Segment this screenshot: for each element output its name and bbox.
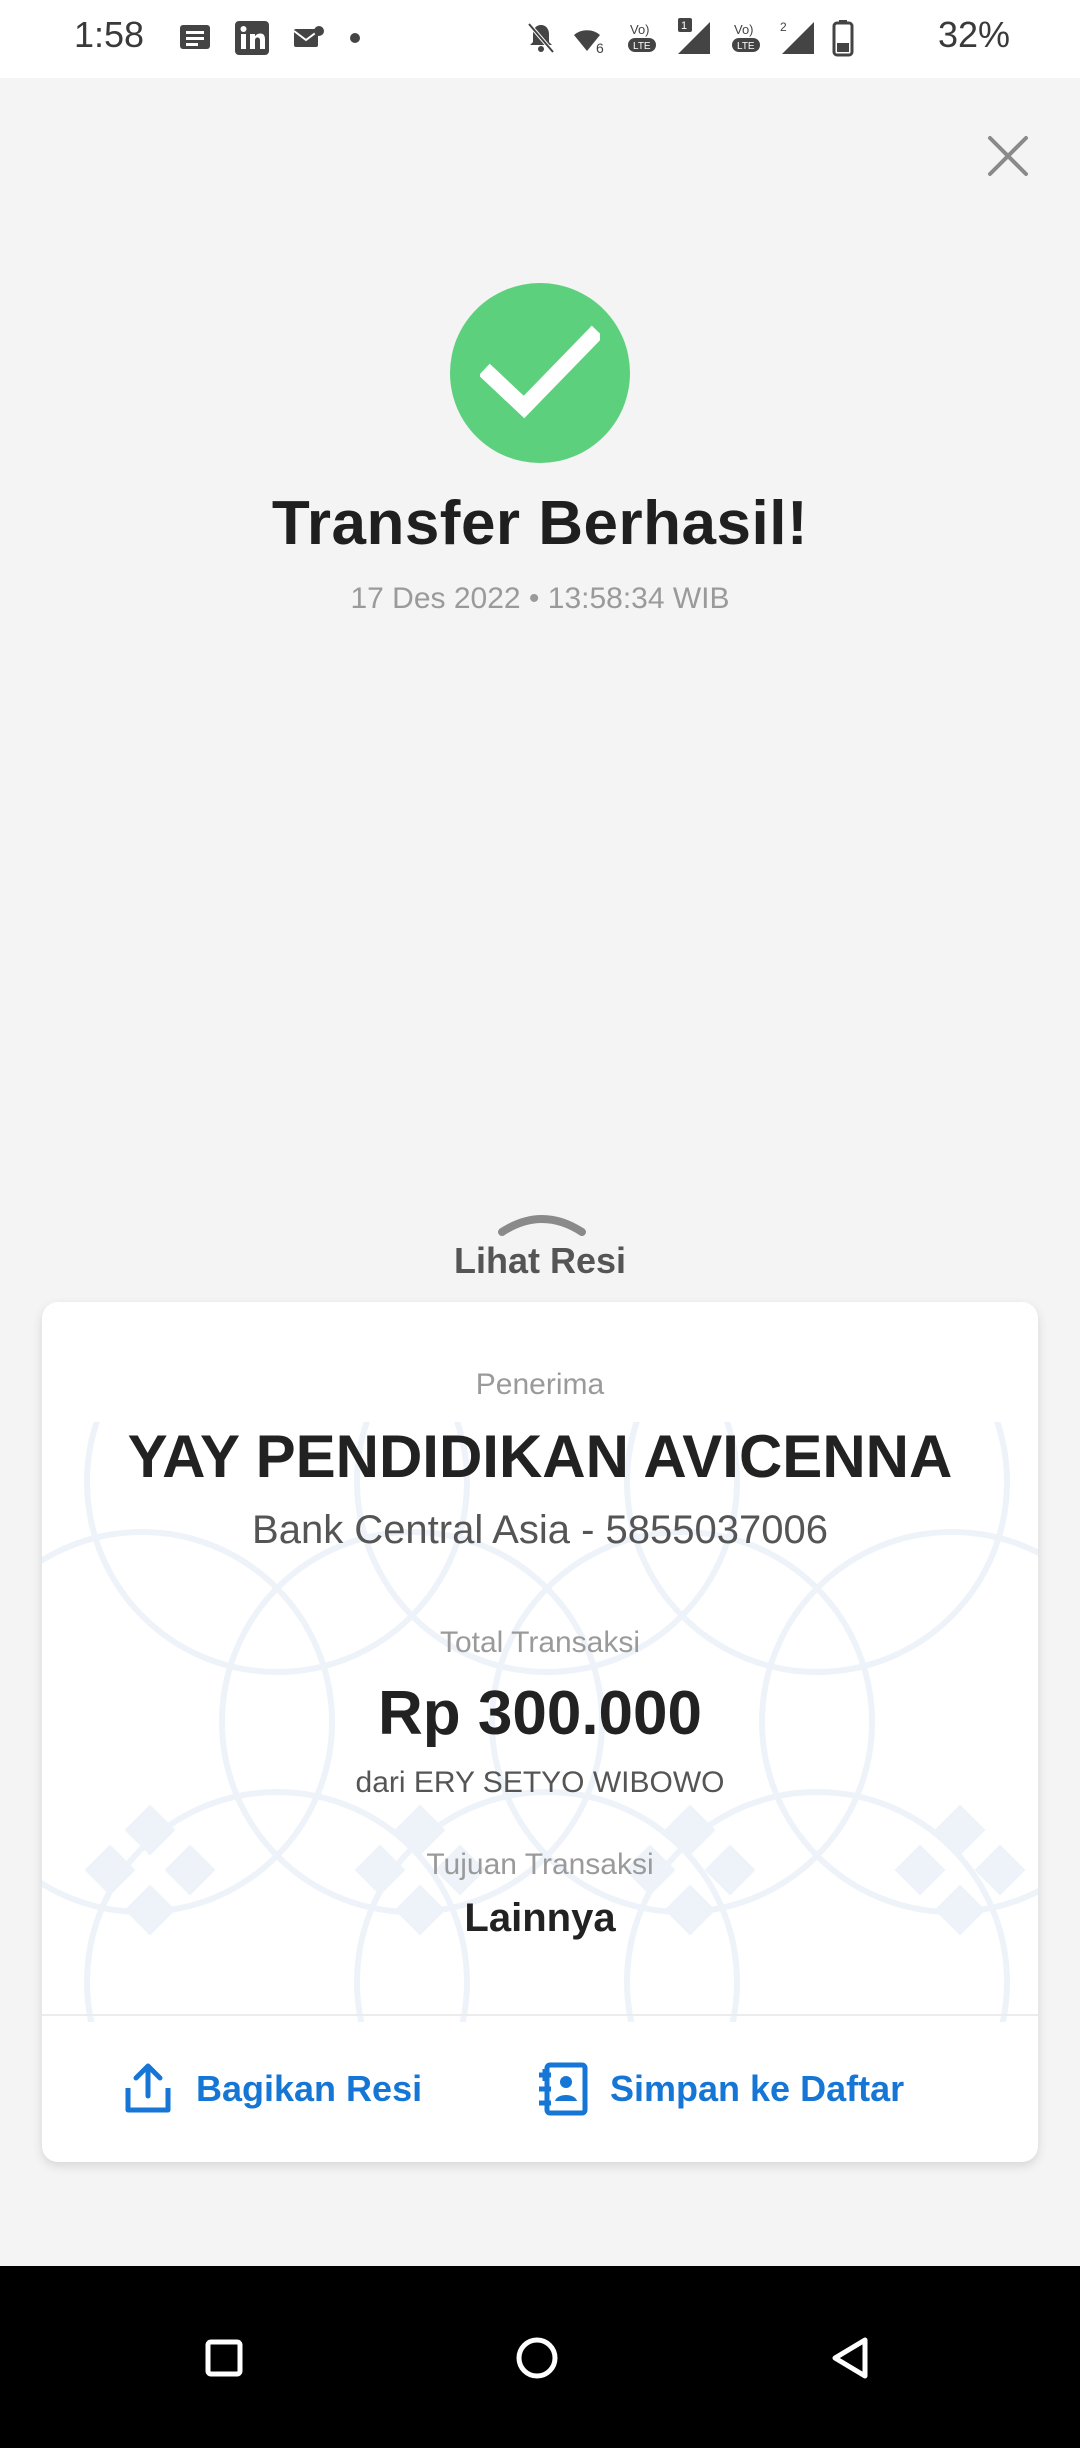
linkedin-icon (235, 21, 269, 55)
share-receipt-button[interactable]: Bagikan Resi (120, 2016, 422, 2162)
recents-button[interactable] (190, 2324, 258, 2392)
mute-icon (527, 22, 555, 54)
total-label: Total Transaksi (439, 1626, 641, 1659)
recipient-bank-account: Bank Central Asia - 5855037006 (252, 1508, 828, 1552)
svg-text:LTE: LTE (633, 41, 651, 52)
purpose-label: Tujuan Transaksi (426, 1848, 654, 1881)
system-icons: 6 Vo) LTE 1 Vo) LTE 2 (526, 16, 854, 60)
recipient-name: YAY PENDIDIKAN AVICENNA (127, 1423, 953, 1490)
share-receipt-label: Bagikan Resi (196, 2068, 423, 2109)
wifi-calling-icon: 6 (574, 30, 604, 55)
share-icon (120, 2061, 176, 2117)
save-to-list-button[interactable]: Simpan ke Daftar (534, 2016, 904, 2162)
receipt-card: Penerima YAY PENDIDIKAN AVICENNA Bank Ce… (42, 1302, 1038, 2162)
receipt-actions: Bagikan Resi Simpan ke Daftar (42, 2016, 1038, 2162)
svg-text:LTE: LTE (737, 41, 755, 52)
page-title: Transfer Berhasil! (271, 489, 809, 558)
dot-icon (350, 33, 360, 43)
signal-badge-1: 1 (681, 20, 687, 32)
battery-percent: 32% (937, 14, 1010, 55)
home-button[interactable] (503, 2324, 571, 2392)
square-icon (205, 2339, 243, 2377)
back-button[interactable] (816, 2324, 884, 2392)
navigation-bar (0, 2266, 1080, 2448)
view-receipt-label: Lihat Resi (453, 1240, 627, 1281)
volte-icon-2: Vo) LTE (732, 22, 760, 52)
close-button[interactable] (980, 128, 1036, 184)
volte-icon-1: Vo) LTE (628, 22, 656, 52)
close-icon (988, 136, 1028, 176)
svg-text:Vo): Vo) (734, 22, 754, 37)
circle-icon (516, 2337, 558, 2379)
signal-icon-2: 2 (780, 20, 814, 54)
receipt-details: Penerima YAY PENDIDIKAN AVICENNA Bank Ce… (42, 1302, 1038, 2022)
notification-icons (178, 18, 362, 58)
svg-text:Vo): Vo) (630, 22, 650, 37)
battery-icon (832, 20, 854, 57)
sender-name: dari ERY SETYO WIBOWO (355, 1766, 725, 1799)
message-icon (180, 25, 210, 49)
total-amount: Rp 300.000 (378, 1679, 702, 1748)
purpose-value: Lainnya (464, 1896, 616, 1940)
check-circle-icon (450, 283, 630, 463)
status-time: 1:58 (74, 14, 145, 55)
view-receipt-toggle[interactable]: Lihat Resi (400, 1210, 680, 1290)
status-bar: 1:58 6 Vo) LTE 1 Vo) LTE 2 32% (0, 0, 1080, 78)
signal-badge-2: 2 (780, 20, 787, 34)
signal-icon-1: 1 (678, 18, 710, 54)
svg-text:6: 6 (596, 40, 604, 55)
triangle-back-icon (832, 2337, 868, 2379)
recipient-label: Penerima (475, 1368, 605, 1401)
mail-notification-icon (293, 26, 324, 47)
transaction-datetime: 17 Des 2022 • 13:58:34 WIB (350, 582, 730, 615)
save-to-list-label: Simpan ke Daftar (610, 2068, 905, 2109)
chevron-up-icon (498, 1215, 586, 1236)
checkmark-icon (480, 325, 600, 419)
contact-add-icon (534, 2061, 590, 2117)
